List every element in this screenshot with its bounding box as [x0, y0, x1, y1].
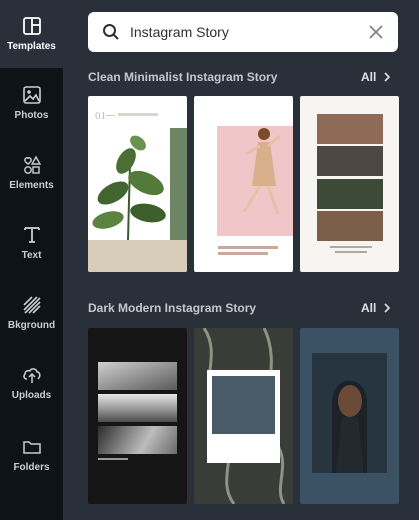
walking-woman-image: [242, 128, 281, 215]
section-title: Clean Minimalist Instagram Story: [88, 70, 278, 84]
template-thumbnail[interactable]: [300, 328, 399, 504]
sidebar-item-text[interactable]: Text: [0, 208, 63, 278]
sidebar: Templates Photos Elements Text Bkground …: [0, 0, 63, 520]
plant-image: [92, 135, 166, 240]
chevron-right-icon: [384, 303, 391, 313]
template-thumbnail[interactable]: [194, 328, 293, 504]
photo-tile: [317, 211, 383, 241]
elements-icon: [23, 155, 41, 174]
template-thumbnail[interactable]: [194, 96, 293, 272]
sidebar-item-label: Uploads: [11, 390, 52, 401]
quote-text: [218, 246, 278, 249]
building-photo: [98, 426, 177, 454]
caption-text: [98, 458, 128, 460]
photos-icon: [22, 86, 41, 104]
template-thumbnail[interactable]: [300, 96, 399, 272]
sidebar-item-label: Folders: [13, 462, 50, 473]
uploads-icon: [22, 368, 41, 383]
see-all-link[interactable]: All: [361, 301, 391, 315]
search-icon: [103, 24, 119, 40]
beige-band: [88, 240, 187, 272]
sidebar-item-label: Elements: [9, 180, 54, 191]
sidebar-item-label: Bkground: [7, 320, 56, 331]
sidebar-item-uploads[interactable]: Uploads: [0, 348, 63, 418]
quote-text: [218, 252, 268, 255]
sidebar-item-label: Photos: [14, 110, 49, 121]
chevron-right-icon: [384, 72, 391, 82]
search-input[interactable]: [130, 12, 350, 52]
template-number: 01: [95, 110, 106, 122]
search-bar[interactable]: [88, 12, 398, 52]
building-photo: [98, 362, 177, 390]
sidebar-item-label: Text: [21, 250, 42, 261]
see-all-label: All: [361, 70, 377, 84]
sidebar-item-background[interactable]: Bkground: [0, 278, 63, 348]
section-title: Dark Modern Instagram Story: [88, 301, 257, 315]
caption-text: [330, 246, 372, 248]
close-icon[interactable]: [368, 24, 384, 40]
templates-icon: [22, 17, 41, 35]
sidebar-item-elements[interactable]: Elements: [0, 138, 63, 208]
photo-tile: [317, 146, 383, 176]
see-all-link[interactable]: All: [361, 70, 391, 84]
sidebar-item-label: Templates: [7, 41, 56, 52]
polaroid-photo: [212, 376, 275, 434]
photo-tile: [317, 179, 383, 209]
template-thumbnail[interactable]: 01: [88, 96, 187, 272]
see-all-label: All: [361, 301, 377, 315]
woman-portrait-image: [332, 380, 367, 473]
building-photo: [98, 394, 177, 422]
photo-tile: [317, 114, 383, 144]
caption-text: [335, 251, 367, 253]
folders-icon: [22, 441, 41, 454]
background-icon: [22, 296, 41, 314]
decor-text: [118, 113, 158, 116]
sidebar-item-photos[interactable]: Photos: [0, 68, 63, 138]
text-icon: [23, 227, 40, 243]
sidebar-item-folders[interactable]: Folders: [0, 420, 63, 490]
template-thumbnail[interactable]: [88, 328, 187, 504]
sidebar-item-templates[interactable]: Templates: [0, 0, 63, 68]
decor-line: [106, 115, 115, 116]
